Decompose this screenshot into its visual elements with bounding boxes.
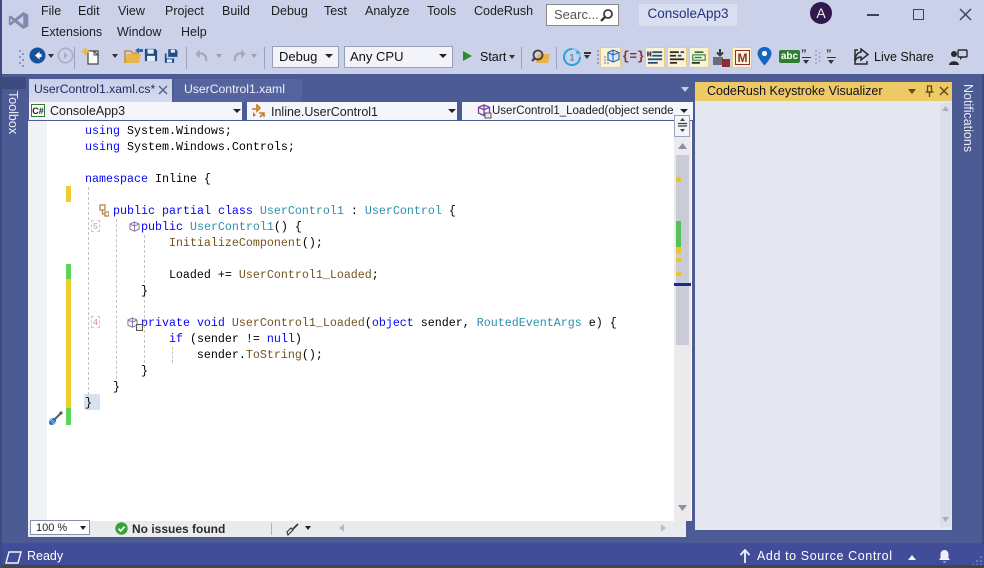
svg-text:1: 1 <box>569 53 574 63</box>
